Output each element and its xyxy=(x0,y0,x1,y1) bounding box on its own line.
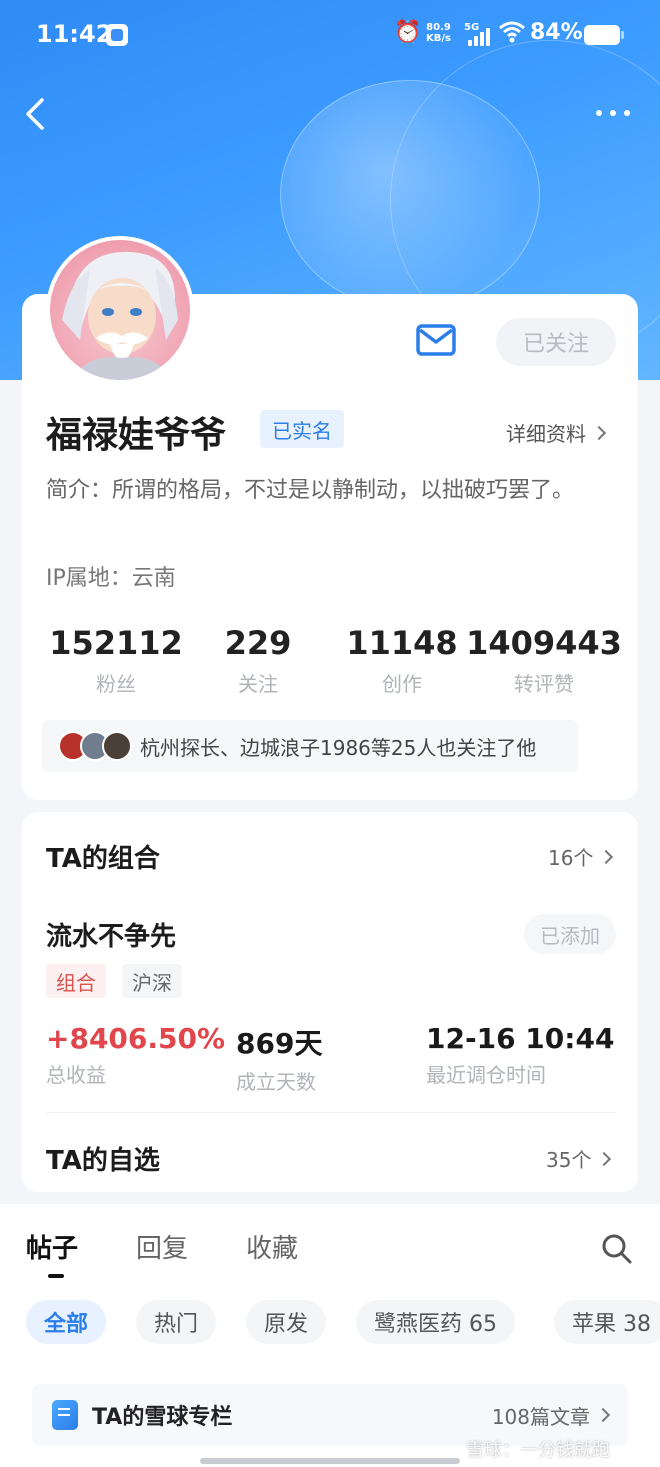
portfolio-count: 16个 xyxy=(548,846,594,870)
stat-following[interactable]: 229 关注 xyxy=(178,624,338,697)
stat-value: 1409443 xyxy=(466,624,622,662)
mutual-followers[interactable]: 杭州探长、边城浪子1986等25人也关注了他 xyxy=(42,720,578,772)
divider xyxy=(46,1112,616,1113)
stat-label: 粉丝 xyxy=(96,672,136,696)
tag-market: 沪深 xyxy=(122,964,182,998)
watchlist-title: TA的自选 xyxy=(46,1146,160,1176)
chip-hot[interactable]: 热门 xyxy=(136,1300,217,1344)
stat-label: 转评赞 xyxy=(514,672,574,696)
message-button[interactable] xyxy=(414,322,458,358)
metric-total-return: +8406.50% 总收益 xyxy=(46,1022,225,1088)
metric-value: 12-16 10:44 xyxy=(426,1022,615,1055)
chevron-right-icon xyxy=(597,1151,612,1166)
active-tab-indicator xyxy=(48,1274,64,1278)
filter-chips: 全部 热门 原发 鹭燕医药 65 苹果 38 xyxy=(0,1300,660,1348)
user-bio: 简介：所谓的格局，不过是以静制动，以拙破巧罢了。 xyxy=(46,478,575,503)
more-dot-icon xyxy=(610,110,616,116)
alarm-icon: ⏰ xyxy=(394,20,422,45)
tab-favorites[interactable]: 收藏 xyxy=(246,1228,298,1265)
portfolio-card: TA的组合 16个 流水不争先 已添加 组合 沪深 +8406.50% 总收益 … xyxy=(22,812,638,1192)
verified-badge: 已实名 xyxy=(260,410,344,448)
portfolio-count-link[interactable]: 16个 xyxy=(548,842,614,871)
metric-label: 成立天数 xyxy=(236,1070,316,1094)
column-title: TA的雪球专栏 xyxy=(92,1405,233,1430)
more-options-button[interactable] xyxy=(596,100,630,126)
portfolio-section-title: TA的组合 xyxy=(46,844,160,874)
wifi-icon xyxy=(498,20,526,50)
stat-followers[interactable]: 152112 粉丝 xyxy=(36,624,196,697)
back-button[interactable] xyxy=(22,96,52,132)
net-speed-unit: KB/s xyxy=(426,33,451,44)
battery-percent: 84% xyxy=(530,20,583,45)
user-avatar[interactable] xyxy=(46,236,194,384)
tab-replies[interactable]: 回复 xyxy=(136,1228,188,1265)
stat-interactions[interactable]: 1409443 转评赞 xyxy=(464,624,624,697)
chevron-right-icon xyxy=(595,1407,611,1423)
metric-label: 最近调仓时间 xyxy=(426,1063,546,1087)
detail-profile-link[interactable]: 详细资料 xyxy=(506,418,607,447)
content-tabs: 帖子 回复 收藏 xyxy=(0,1204,660,1284)
tab-posts[interactable]: 帖子 xyxy=(26,1228,78,1265)
chip-original[interactable]: 原发 xyxy=(246,1300,327,1344)
stat-label: 关注 xyxy=(238,672,278,696)
watchlist-count-link[interactable]: 35个 xyxy=(546,1144,612,1173)
mail-icon xyxy=(416,324,456,356)
chip-all[interactable]: 全部 xyxy=(26,1300,107,1344)
stat-label: 创作 xyxy=(382,672,422,696)
network-speed: 80.9 KB/s xyxy=(426,22,451,44)
column-count: 108篇文章 xyxy=(491,1401,611,1430)
net-speed-value: 80.9 xyxy=(426,22,451,33)
user-stats: 152112 粉丝 229 关注 11148 创作 1409443 转评赞 xyxy=(22,624,638,704)
metric-last-rebalance: 12-16 10:44 最近调仓时间 xyxy=(426,1022,614,1088)
metric-label: 总收益 xyxy=(46,1063,106,1087)
ip-location: IP属地：云南 xyxy=(46,566,176,591)
mutual-avatars xyxy=(58,731,136,761)
avatar-illustration xyxy=(50,240,190,380)
chip-stock-luyan[interactable]: 鹭燕医药 65 xyxy=(356,1300,515,1344)
article-count: 108篇文章 xyxy=(491,1404,590,1429)
user-name: 福禄娃爷爷 xyxy=(46,415,227,456)
status-time: 11:42 xyxy=(36,20,113,48)
battery-icon xyxy=(584,25,624,45)
signal-icon xyxy=(466,28,492,46)
chip-stock-apple[interactable]: 苹果 38 xyxy=(554,1300,660,1344)
portfolio-name[interactable]: 流水不争先 xyxy=(46,916,176,953)
added-button[interactable]: 已添加 xyxy=(524,914,616,954)
follow-button[interactable]: 已关注 xyxy=(496,318,616,366)
chevron-right-icon xyxy=(599,849,614,864)
stat-value: 229 xyxy=(224,624,292,662)
avatar xyxy=(102,731,132,761)
metric-value: +8406.50% xyxy=(46,1022,226,1055)
column-document-icon xyxy=(52,1400,78,1430)
chevron-right-icon xyxy=(591,425,607,440)
detail-link-label: 详细资料 xyxy=(506,422,586,446)
app-notification-icon xyxy=(106,24,128,46)
search-icon[interactable] xyxy=(600,1232,634,1266)
watermark: 雪球：一分钱就跑 xyxy=(466,1440,610,1461)
tag-portfolio: 组合 xyxy=(46,964,106,998)
more-dot-icon xyxy=(624,110,630,116)
metric-value: 869天 xyxy=(236,1027,323,1060)
watchlist-count: 35个 xyxy=(546,1148,592,1172)
stat-posts[interactable]: 11148 创作 xyxy=(322,624,482,697)
mutual-followers-text: 杭州探长、边城浪子1986等25人也关注了他 xyxy=(140,735,537,760)
stat-value: 11148 xyxy=(346,624,458,662)
metric-days: 869天 成立天数 xyxy=(236,1022,322,1095)
more-dot-icon xyxy=(596,110,602,116)
chevron-left-icon xyxy=(26,98,44,130)
stat-value: 152112 xyxy=(49,624,183,662)
status-bar: 11:42 ⏰ 80.9 KB/s 5G 84% xyxy=(0,0,660,70)
home-indicator[interactable] xyxy=(200,1458,460,1464)
posts-section: 帖子 回复 收藏 全部 热门 原发 鹭燕医药 65 苹果 38 TA的雪球专栏 … xyxy=(0,1204,660,1467)
